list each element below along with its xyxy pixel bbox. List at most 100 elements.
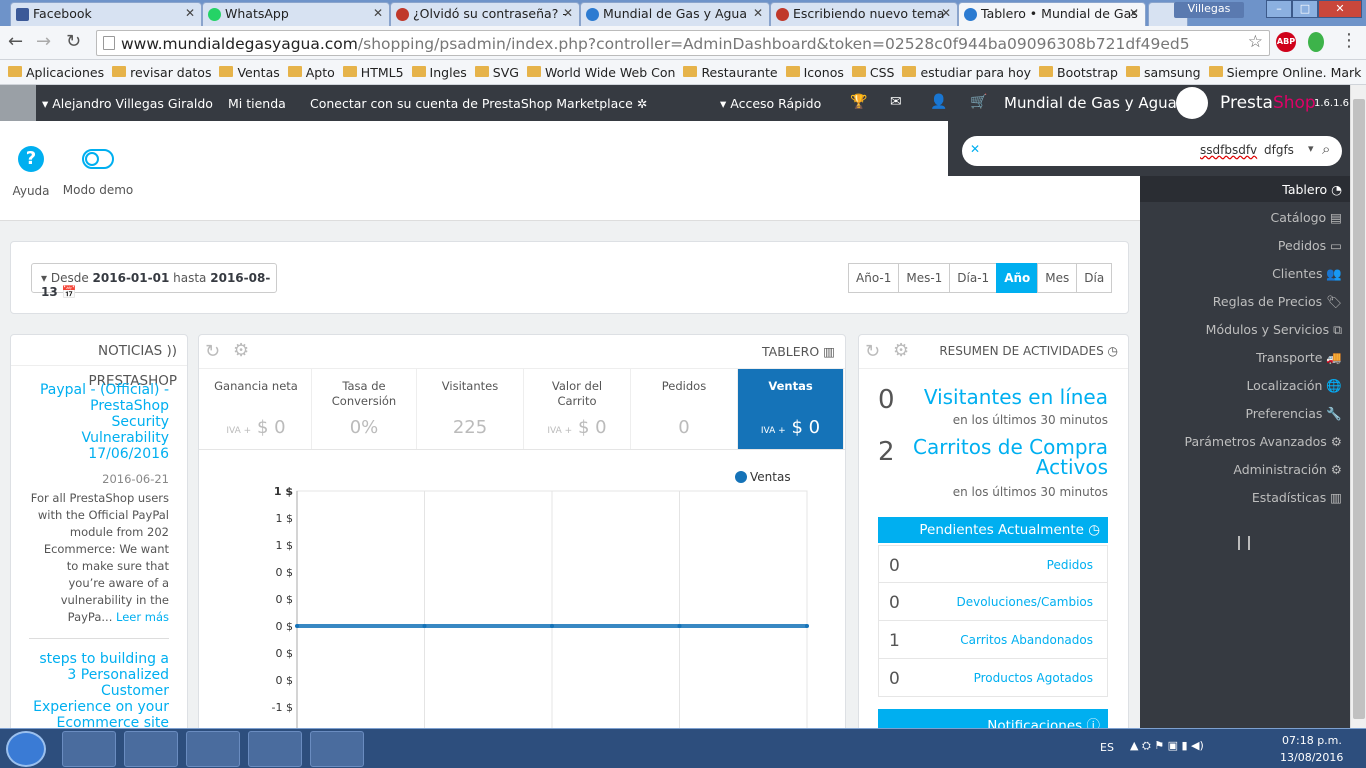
url-field[interactable]: www.mundialdegasyagua.com/shopping/psadm… [96,30,1270,56]
bookmark-star-icon[interactable]: ☆ [1248,32,1263,52]
sidebar-item-11[interactable]: Estadísticas ▥ [1252,490,1342,505]
sidebar-item-9[interactable]: Parámetros Avanzados ⚙ [1184,434,1342,449]
active-carts-label[interactable]: Carritos de Compra Activos [908,437,1108,477]
close-tab-icon[interactable]: ✕ [563,6,573,20]
quick-access-menu[interactable]: ▾ Acceso Rápido [720,96,821,111]
close-window-button[interactable]: ✕ [1318,0,1362,18]
bookmark-item[interactable]: Bootstrap [1039,65,1118,80]
back-icon[interactable]: ← [8,31,23,52]
tab-whatsapp[interactable]: WhatsApp ✕ [202,2,390,26]
pending-label[interactable]: Productos Agotados [974,671,1093,685]
kpi-3[interactable]: Valor del Carrito IVA + $ 0 [524,369,631,449]
language-indicator[interactable]: ES [1100,741,1114,754]
sidebar-item-10[interactable]: Administración ⚙ [1233,462,1342,477]
sidebar-collapse-icon[interactable] [1238,536,1250,550]
refresh-icon[interactable]: ↻ [865,341,880,362]
forward-icon[interactable]: → [36,31,51,52]
date-range-button[interactable]: ▾ Desde 2016-01-01 hasta 2016-08-13 📅 [31,263,277,299]
tray-icons[interactable]: ▲ ⛭ ⚑ ▣ ▮ ◀) [1130,739,1204,753]
kpi-0[interactable]: Ganancia neta IVA + $ 0 [201,369,312,449]
bookmark-item[interactable]: HTML5 [342,65,404,80]
my-store-link[interactable]: Mi tienda [228,96,286,111]
period-button-1[interactable]: Mes-1 [898,263,951,293]
clock-time[interactable]: 07:18 p.m. [1282,734,1342,747]
gear-icon[interactable]: ⚙ [233,340,249,361]
profile-button[interactable]: Villegas [1174,2,1244,18]
pending-row[interactable]: 1 Carritos Abandonados [878,621,1108,659]
bookmark-item[interactable]: World Wide Web Con [526,65,675,80]
period-button-0[interactable]: Año-1 [848,263,900,293]
clear-icon[interactable]: ✕ [970,142,980,156]
kpi-1[interactable]: Tasa de Conversión 0% [312,369,417,449]
cart-icon[interactable]: 🛒 [970,94,987,110]
pending-label[interactable]: Carritos Abandonados [960,633,1093,647]
sidebar-item-2[interactable]: Pedidos ▭ [1278,238,1342,253]
explorer-taskbar-icon[interactable] [62,731,116,767]
bookmark-item[interactable]: CSS [851,65,894,80]
kpi-5[interactable]: Ventas IVA + $ 0 [738,369,844,449]
page-scrollbar[interactable] [1350,85,1366,728]
bookmark-item[interactable]: SVG [474,65,519,80]
search-options-icon[interactable]: ▾ [1308,142,1314,155]
chrome-taskbar-icon[interactable] [124,731,178,767]
pending-row[interactable]: 0 Pedidos [878,545,1108,583]
truck-app-taskbar-icon[interactable] [310,731,364,767]
gear-icon[interactable]: ⚙ [893,340,909,361]
pending-row[interactable]: 0 Devoluciones/Cambios [878,583,1108,621]
user-icon[interactable]: 👤 [930,94,947,110]
clock-date[interactable]: 13/08/2016 [1280,751,1343,764]
sidebar-item-7[interactable]: Localización 🌐 [1246,378,1342,394]
pending-header[interactable]: Pendientes Actualmente ◷ [878,517,1108,543]
close-tab-icon[interactable]: ✕ [753,6,763,20]
tab-facebook[interactable]: Facebook ✕ [10,2,202,26]
period-button-5[interactable]: Día [1076,263,1113,293]
skype-taskbar-icon[interactable] [248,731,302,767]
kpi-4[interactable]: Pedidos 0 [631,369,738,449]
news-item-title[interactable]: steps to building a 3 Personalized Custo… [29,651,169,731]
search-input[interactable]: ✕ ssdfbsdfv dfgfs ▾ ⌕ [962,136,1342,166]
sidebar-item-0[interactable]: Tablero ◔ [1282,182,1342,197]
tab-new-topic[interactable]: Escribiendo nuevo tema ✕ [770,2,958,26]
bookmark-item[interactable]: Ingles [411,65,467,80]
period-button-2[interactable]: Día-1 [949,263,998,293]
sidebar-item-5[interactable]: Módulos y Servicios ⧉ [1206,322,1342,338]
shop-name[interactable]: Mundial de Gas y Agua [1004,94,1177,112]
close-tab-icon[interactable]: ✕ [1129,6,1139,20]
bookmark-item[interactable]: Siempre Online. Mark [1208,65,1361,80]
reload-icon[interactable]: ↻ [66,31,81,52]
pending-label[interactable]: Devoluciones/Cambios [956,595,1093,609]
sidebar-item-8[interactable]: Preferencias 🔧 [1245,406,1342,422]
marketplace-link[interactable]: Conectar con su cuenta de PrestaShop Mar… [310,96,647,111]
bookmark-item[interactable]: Apto [287,65,335,80]
trophy-icon[interactable]: 🏆 [850,94,867,110]
search-icon[interactable]: ⌕ [1322,140,1330,158]
kpi-2[interactable]: Visitantes 225 [417,369,524,449]
maximize-button[interactable]: □ [1292,0,1318,18]
period-button-4[interactable]: Mes [1037,263,1078,293]
bookmark-item[interactable]: samsung [1125,65,1201,80]
read-more-link[interactable]: Leer más [116,610,169,624]
menu-icon[interactable]: ⋮ [1340,30,1358,51]
pending-label[interactable]: Pedidos [1047,558,1093,572]
bookmark-item[interactable]: revisar datos [112,65,211,80]
start-button[interactable] [6,731,46,767]
sidebar-item-6[interactable]: Transporte 🚚 [1256,350,1342,366]
sidebar-item-1[interactable]: Catálogo ▤ [1271,210,1342,225]
avatar[interactable] [0,85,36,121]
demo-mode-toggle[interactable]: Modo demo [62,143,134,197]
bookmark-item[interactable]: Restaurante [683,65,778,80]
bookmark-item[interactable]: estudiar para hoy [902,65,1031,80]
bookmark-item[interactable]: Iconos [785,65,844,80]
bookmark-item[interactable]: Aplicaciones [8,65,104,80]
help-button[interactable]: ? Ayuda [12,143,50,198]
period-button-3[interactable]: Año [996,263,1039,293]
close-tab-icon[interactable]: ✕ [941,6,951,20]
tab-forgot-password[interactable]: ¿Olvidó su contraseña? - ✕ [390,2,580,26]
user-menu[interactable]: ▾ Alejandro Villegas Giraldo [42,96,213,111]
mail-icon[interactable]: ✉ [890,94,902,110]
sidebar-item-3[interactable]: Clientes 👥 [1272,266,1342,282]
online-visitors-label[interactable]: Visitantes en línea [924,385,1108,409]
refresh-icon[interactable]: ↻ [205,341,220,362]
news-item-title[interactable]: Paypal - (Official) - PrestaShop Securit… [29,382,169,462]
minimize-button[interactable]: – [1266,0,1292,18]
